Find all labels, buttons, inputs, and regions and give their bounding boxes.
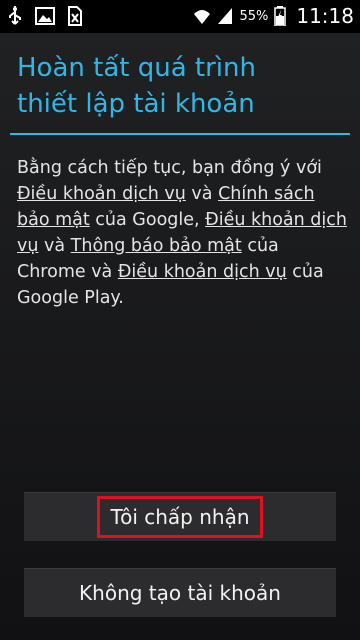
- sim-missing-icon: [68, 6, 82, 26]
- status-bar-right: 55% 11:18: [193, 4, 354, 28]
- status-bar: 55% 11:18: [0, 0, 360, 33]
- decline-button-label: Không tạo tài khoản: [79, 581, 281, 605]
- terms-text: Bằng cách tiếp tục, bạn đồng ý với Điều …: [17, 155, 349, 311]
- image-icon: [35, 7, 55, 25]
- terms-google-suffix: của Google,: [89, 209, 206, 230]
- accept-button-label: Tôi chấp nhận: [97, 496, 263, 538]
- link-play-tos[interactable]: Điều khoản dịch vụ: [118, 262, 287, 282]
- terms-intro: Bằng cách tiếp tục, bạn đồng ý với: [17, 157, 322, 178]
- link-chrome-privacy[interactable]: Thông báo bảo mật: [71, 236, 242, 256]
- setup-screen: Hoàn tất quá trình thiết lập tài khoản B…: [0, 33, 360, 640]
- signal-icon: [218, 8, 233, 24]
- title-divider: [10, 133, 350, 135]
- battery-icon: [274, 6, 287, 26]
- accept-button[interactable]: Tôi chấp nhận: [24, 492, 336, 541]
- terms-and-1: và: [185, 183, 219, 204]
- page-title: Hoàn tất quá trình thiết lập tài khoản: [17, 53, 256, 120]
- terms-and-2: và: [38, 235, 71, 256]
- link-google-tos[interactable]: Điều khoản dịch vụ: [17, 184, 186, 204]
- clock: 11:18: [296, 4, 354, 28]
- wifi-icon: [194, 10, 211, 24]
- status-bar-left: [8, 6, 82, 26]
- usb-icon: [9, 6, 21, 25]
- battery-percent: 55%: [239, 8, 269, 24]
- decline-button[interactable]: Không tạo tài khoản: [24, 568, 336, 617]
